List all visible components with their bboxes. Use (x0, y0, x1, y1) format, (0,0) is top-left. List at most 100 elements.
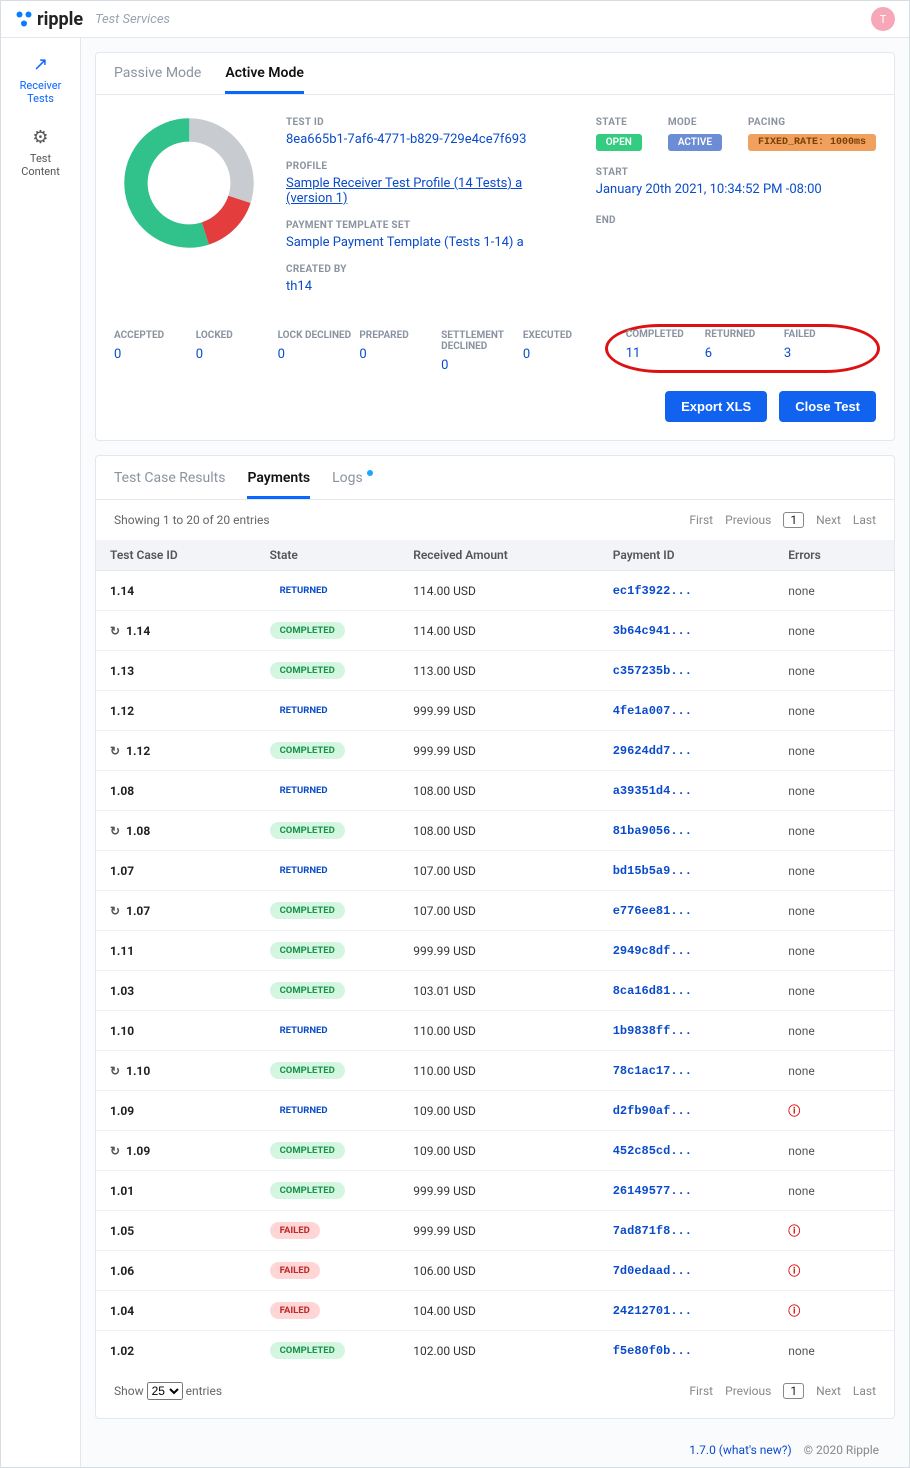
state-pill: COMPLETED (270, 902, 345, 919)
table-row[interactable]: ↻ 1.09COMPLETED109.00 USD452c85cd...none (96, 1131, 894, 1171)
state-pill: COMPLETED (270, 1182, 345, 1199)
state-pill: RETURNED (270, 862, 338, 879)
payment-id-link[interactable]: 78c1ac17... (613, 1064, 692, 1078)
export-xls-button[interactable]: Export XLS (665, 391, 767, 422)
payment-id-link[interactable]: f5e80f0b... (613, 1344, 692, 1358)
template-value: Sample Payment Template (Tests 1-14) a (286, 235, 556, 250)
test-case-id: 1.13 (110, 664, 242, 678)
received-amount: 114.00 USD (399, 611, 599, 651)
col-test-case-id[interactable]: Test Case ID (96, 540, 256, 571)
tab-payments[interactable]: Payments (247, 470, 310, 499)
tab-test-case-results[interactable]: Test Case Results (114, 470, 225, 499)
table-row[interactable]: 1.02COMPLETED102.00 USDf5e80f0b...none (96, 1331, 894, 1371)
col-payment-id[interactable]: Payment ID (599, 540, 775, 571)
retry-icon: ↻ (110, 1064, 120, 1078)
payment-id-link[interactable]: 8ca16d81... (613, 984, 692, 998)
table-row[interactable]: 1.10RETURNED110.00 USD1b9838ff...none (96, 1011, 894, 1051)
table-row[interactable]: 1.03COMPLETED103.01 USD8ca16d81...none (96, 971, 894, 1011)
profile-link[interactable]: Sample Receiver Test Profile (14 Tests) … (286, 176, 556, 206)
payment-id-link[interactable]: 452c85cd... (613, 1144, 692, 1158)
state-pill: COMPLETED (270, 742, 345, 759)
table-row[interactable]: 1.06FAILED106.00 USD7d0edaad...ⓘ (96, 1251, 894, 1291)
table-row[interactable]: 1.08RETURNED108.00 USDa39351d4...none (96, 771, 894, 811)
pager-prev-bottom[interactable]: Previous (725, 1384, 771, 1398)
payment-id-link[interactable]: ec1f3922... (613, 584, 692, 598)
version-link[interactable]: 1.7.0 (what's new?) (689, 1443, 791, 1457)
table-row[interactable]: 1.14RETURNED114.00 USDec1f3922...none (96, 571, 894, 611)
status-executed-value: 0 (523, 347, 601, 362)
table-row[interactable]: 1.04FAILED104.00 USD24212701...ⓘ (96, 1291, 894, 1331)
avatar[interactable]: T (871, 7, 895, 31)
received-amount: 109.00 USD (399, 1131, 599, 1171)
pager-next-bottom[interactable]: Next (816, 1384, 841, 1398)
state-pill: RETURNED (270, 702, 338, 719)
payment-id-link[interactable]: 7ad871f8... (613, 1224, 692, 1238)
received-amount: 104.00 USD (399, 1291, 599, 1331)
table-row[interactable]: 1.13COMPLETED113.00 USDc357235b...none (96, 651, 894, 691)
tab-active-mode[interactable]: Active Mode (225, 65, 304, 94)
tab-passive-mode[interactable]: Passive Mode (114, 65, 201, 94)
sidebar-item-receiver-tests[interactable]: ↗ Receiver Tests (20, 54, 62, 105)
payment-id-link[interactable]: 24212701... (613, 1304, 692, 1318)
payment-id-link[interactable]: 81ba9056... (613, 824, 692, 838)
pacing-badge: FIXED_RATE: 1000ms (748, 134, 876, 151)
pager-next[interactable]: Next (816, 513, 841, 527)
pagesize-select[interactable]: 25 (147, 1382, 183, 1400)
table-row[interactable]: 1.07RETURNED107.00 USDbd15b5a9...none (96, 851, 894, 891)
pager-last[interactable]: Last (853, 513, 876, 527)
table-row[interactable]: 1.01COMPLETED999.99 USD26149577...none (96, 1171, 894, 1211)
table-row[interactable]: 1.11COMPLETED999.99 USD2949c8df...none (96, 931, 894, 971)
pager-first[interactable]: First (689, 513, 713, 527)
test-case-id: 1.09 (110, 1104, 242, 1118)
pager-last-bottom[interactable]: Last (853, 1384, 876, 1398)
pager-page-bottom[interactable]: 1 (783, 1383, 804, 1399)
table-row[interactable]: 1.09RETURNED109.00 USDd2fb90af...ⓘ (96, 1091, 894, 1131)
payment-id-link[interactable]: 2949c8df... (613, 944, 692, 958)
table-row[interactable]: ↻ 1.08COMPLETED108.00 USD81ba9056...none (96, 811, 894, 851)
received-amount: 999.99 USD (399, 1171, 599, 1211)
state-pill: RETURNED (270, 582, 338, 599)
test-case-id: 1.05 (110, 1224, 242, 1238)
payment-id-link[interactable]: bd15b5a9... (613, 864, 692, 878)
payment-id-link[interactable]: 7d0edaad... (613, 1264, 692, 1278)
table-row[interactable]: 1.05FAILED999.99 USD7ad871f8...ⓘ (96, 1211, 894, 1251)
col-received-amount[interactable]: Received Amount (399, 540, 599, 571)
col-errors[interactable]: Errors (774, 540, 894, 571)
payment-id-link[interactable]: d2fb90af... (613, 1104, 692, 1118)
error-none-text: none (788, 584, 814, 598)
test-case-id: ↻ 1.10 (110, 1064, 242, 1078)
payment-id-link[interactable]: 4fe1a007... (613, 704, 692, 718)
state-pill: COMPLETED (270, 1342, 345, 1359)
payment-id-link[interactable]: e776ee81... (613, 904, 692, 918)
tab-logs[interactable]: Logs (332, 470, 363, 499)
error-none-text: none (788, 784, 814, 798)
pager-prev[interactable]: Previous (725, 513, 771, 527)
payment-id-link[interactable]: 3b64c941... (613, 624, 692, 638)
error-warning-icon: ⓘ (788, 1104, 800, 1118)
payment-id-link[interactable]: a39351d4... (613, 784, 692, 798)
pager-first-bottom[interactable]: First (689, 1384, 713, 1398)
received-amount: 110.00 USD (399, 1051, 599, 1091)
error-none-text: none (788, 1024, 814, 1038)
state-pill: RETURNED (270, 1022, 338, 1039)
state-pill: COMPLETED (270, 942, 345, 959)
payment-id-link[interactable]: 1b9838ff... (613, 1024, 692, 1038)
retry-icon: ↻ (110, 744, 120, 758)
payment-id-link[interactable]: 29624dd7... (613, 744, 692, 758)
error-warning-icon: ⓘ (788, 1224, 800, 1238)
state-pill: FAILED (270, 1302, 320, 1319)
payment-id-link[interactable]: 26149577... (613, 1184, 692, 1198)
payment-id-link[interactable]: c357235b... (613, 664, 692, 678)
table-row[interactable]: ↻ 1.07COMPLETED107.00 USDe776ee81...none (96, 891, 894, 931)
table-row[interactable]: ↻ 1.14COMPLETED114.00 USD3b64c941...none (96, 611, 894, 651)
brand-logo[interactable]: ripple (15, 9, 83, 30)
status-accepted-label: ACCEPTED (114, 330, 192, 341)
pager-page[interactable]: 1 (783, 512, 804, 528)
col-state[interactable]: State (256, 540, 400, 571)
close-test-button[interactable]: Close Test (779, 391, 876, 422)
table-row[interactable]: 1.12RETURNED999.99 USD4fe1a007...none (96, 691, 894, 731)
table-row[interactable]: ↻ 1.12COMPLETED999.99 USD29624dd7...none (96, 731, 894, 771)
sidebar-item-test-content[interactable]: ⚙ Test Content (21, 127, 60, 178)
received-amount: 107.00 USD (399, 851, 599, 891)
table-row[interactable]: ↻ 1.10COMPLETED110.00 USD78c1ac17...none (96, 1051, 894, 1091)
